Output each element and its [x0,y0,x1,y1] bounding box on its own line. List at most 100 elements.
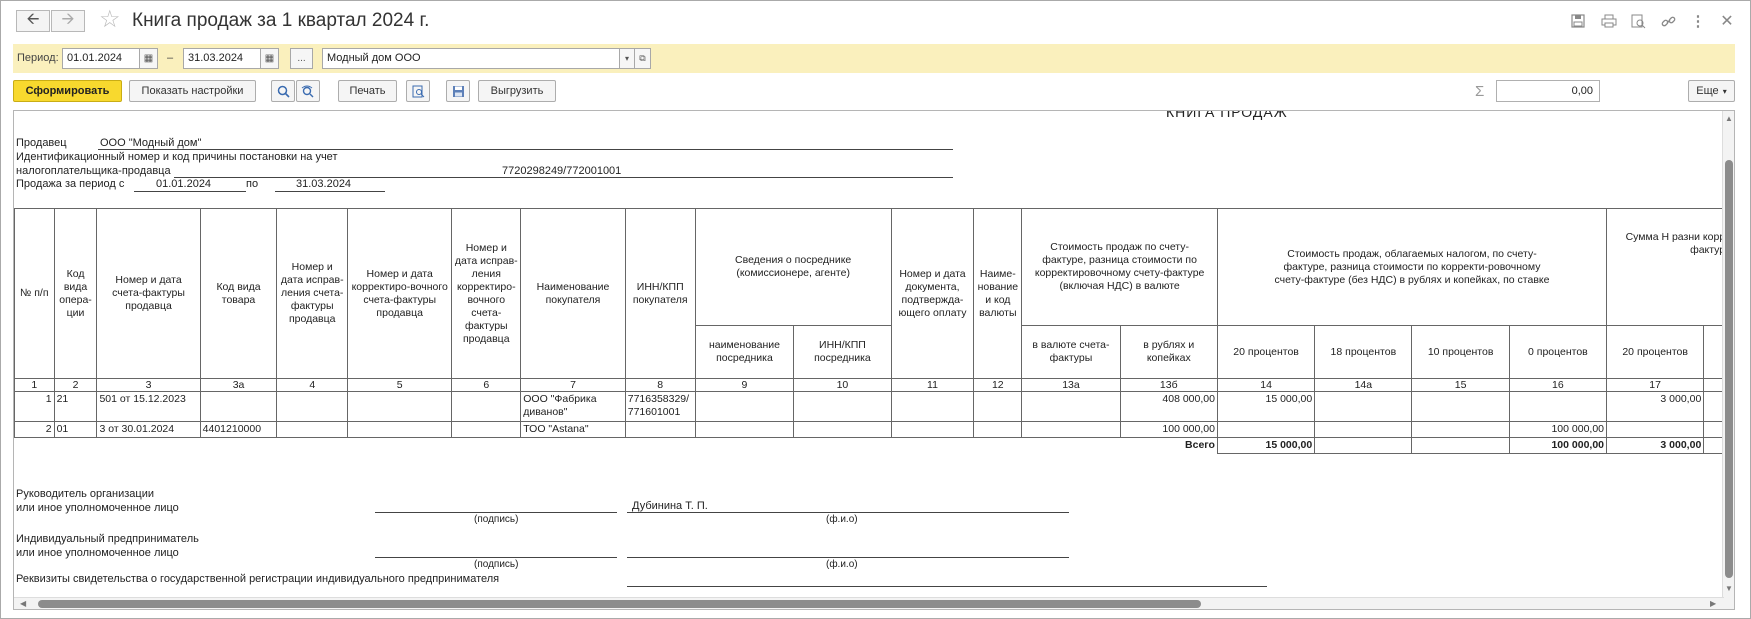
arrow-right-icon: 🡪 [61,10,75,28]
save-icon[interactable] [1567,11,1589,31]
forward-button[interactable]: 🡪 [51,10,85,32]
cell-empty [1411,437,1510,454]
ip-fio-caption: (ф.и.о) [826,559,858,570]
col-number: 13б [1119,378,1218,392]
back-button[interactable]: 🡨 [16,10,50,32]
save-button[interactable] [446,80,470,102]
cell-p0: 100 000,00 [1508,421,1608,438]
organization-dropdown-button[interactable]: ▾ [619,48,635,69]
cell-empty [1021,391,1121,422]
preview-icon[interactable] [1627,11,1649,31]
cell-n: 1 [14,391,55,422]
more-vertical-icon[interactable]: ⋮ [1687,11,1709,31]
period-from-value: 01.01.2024 [156,178,212,190]
col-number: 13а [1021,378,1121,392]
cell-empty [890,421,975,438]
col-header-14: 20 процентов [1216,325,1316,379]
preview-button[interactable] [406,80,430,102]
total-p20: 15 000,00 [1216,437,1316,454]
more-button[interactable]: Еще ▾ [1688,80,1735,102]
export-button[interactable]: Выгрузить [478,80,556,102]
cell-rub: 100 000,00 [1119,421,1218,438]
cell-inn: 7716358329/ 771601001 [624,391,696,422]
table-row[interactable]: 2 01 3 от 30.01.2024 4401210000 ТОО "Ast… [14,421,1734,438]
cell-empty [1411,391,1510,422]
ip-label-1: Индивидуальный предприниматель [16,533,199,545]
col-number: 2 [53,378,98,392]
close-icon[interactable]: ✕ [1716,11,1738,31]
head-name: Дубинина Т. П. [632,500,708,512]
ip-signature-caption: (подпись) [474,559,519,570]
sum-icon: Σ [1475,83,1485,100]
table-row[interactable]: 1 21 501 от 15.12.2023 ООО "Фабрика дива… [14,391,1734,422]
col-number: 3а [199,378,278,392]
col-number: 4 [276,378,349,392]
column-numbers-row: 1 2 3 3а 4 5 6 7 8 9 10 11 12 13а 13б 14… [14,378,1734,392]
period-select-button[interactable]: ... [290,48,313,69]
col-number: 6 [451,378,522,392]
total-label: Всего [14,437,1218,454]
find-next-button[interactable] [296,80,320,102]
organization-open-button[interactable]: ⧉ [634,48,651,69]
date-to-input[interactable]: 31.03.2024 [183,48,261,69]
head-label-1: Руководитель организации [16,488,155,500]
col-number: 16 [1508,378,1608,392]
cell-op: 21 [53,391,98,422]
inn-label-1: Идентификационный номер и код причины по… [16,151,338,163]
col-header-8: ИНН/КПП покупателя [624,208,696,379]
generate-button[interactable]: Сформировать [13,80,122,102]
scroll-left-icon[interactable]: ◀ [20,599,26,608]
open-icon: ⧉ [639,53,646,63]
total-row: Всего 15 000,00 100 000,00 3 000,00 [14,437,1734,454]
col-header-13a: в валюте счета-фактуры [1021,325,1121,379]
horizontal-scrollbar[interactable]: ◀ ▶ [14,597,1724,609]
seller-value: ООО "Модный дом" [100,137,202,149]
col-number: 15 [1411,378,1510,392]
col-header-7: Наименование покупателя [520,208,626,379]
scroll-right-icon[interactable]: ▶ [1710,599,1716,608]
cell-empty [890,391,975,422]
date-from-input[interactable]: 01.01.2024 [62,48,140,69]
cell-empty [1411,421,1510,438]
col-number: 11 [890,378,975,392]
horizontal-scroll-thumb[interactable] [38,600,1201,608]
col-number: 17 [1606,378,1705,392]
col-header-14a: 18 процентов [1314,325,1413,379]
star-icon[interactable]: ☆ [99,7,121,33]
organization-input[interactable]: Модный дом ООО [322,48,620,69]
print-icon[interactable] [1598,11,1620,31]
col-number: 10 [793,378,892,392]
sum-field[interactable]: 0,00 [1496,80,1600,102]
find-replace-icon [301,85,314,97]
total-p0: 100 000,00 [1508,437,1608,454]
cell-empty [451,391,522,422]
period-by-label: по [246,178,259,190]
col-header-9: наименование посредника [694,325,795,379]
chevron-down-icon: ▾ [1722,86,1727,96]
period-label: Период: [17,52,59,64]
chevron-down-icon: ▾ [624,54,629,63]
total-vat20: 3 000,00 [1606,437,1705,454]
calendar-icon: ▦ [264,53,275,64]
inn-value: 7720298249/772001001 [502,165,622,177]
cell-p20: 15 000,00 [1216,391,1316,422]
cell-op: 01 [53,421,98,438]
link-icon[interactable] [1657,11,1679,31]
col-header-9-10: Сведения о посреднике (комиссионере, аге… [694,208,892,326]
find-button[interactable] [271,80,295,102]
col-header-10: ИНН/КПП посредника [793,325,892,379]
show-settings-button[interactable]: Показать настройки [129,80,256,102]
cell-empty [793,391,892,422]
calendar-to-button[interactable]: ▦ [260,48,279,69]
calendar-from-button[interactable]: ▦ [139,48,158,69]
vertical-scrollbar[interactable]: ▲ ▼ [1722,111,1734,609]
scroll-up-icon[interactable]: ▲ [1725,114,1733,123]
vertical-scroll-thumb[interactable] [1725,160,1733,578]
cell-empty [1314,437,1413,454]
cell-n: 2 [14,421,55,438]
print-button[interactable]: Печать [338,80,397,102]
cell-empty [973,391,1023,422]
head-signature-line [375,512,617,513]
scroll-down-icon[interactable]: ▼ [1725,584,1733,593]
save-icon [452,85,464,97]
